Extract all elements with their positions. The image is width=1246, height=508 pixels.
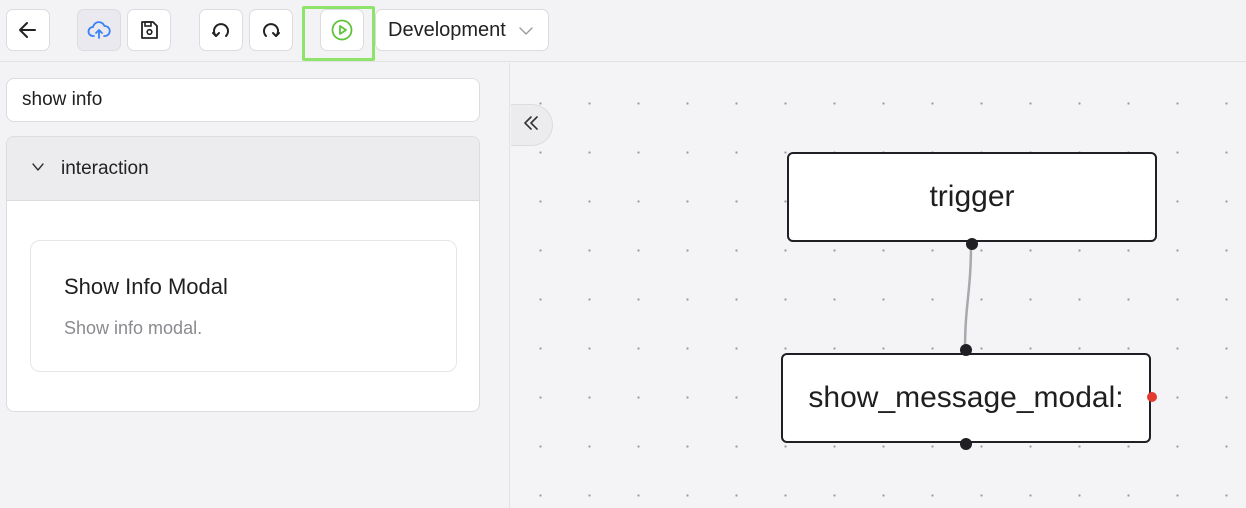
card-title: Show Info Modal [64,274,228,299]
flow-canvas[interactable]: trigger show_message_modal: [511,63,1246,508]
node-output-handle[interactable] [960,438,972,450]
environment-select[interactable]: Development [375,9,549,51]
back-button[interactable] [6,9,50,51]
deploy-button[interactable] [77,9,121,51]
node-trigger[interactable]: trigger [787,152,1157,242]
undo-button[interactable] [199,9,243,51]
node-input-handle[interactable] [960,344,972,356]
group-header[interactable]: interaction [7,137,479,201]
toolbar: Development [0,0,1246,62]
arrow-left-icon [17,19,39,41]
chevron-down-icon [31,158,45,180]
node-error-handle[interactable] [1147,392,1157,402]
cloud-upload-icon [87,19,111,41]
node-card-show-info-modal[interactable]: Show Info Modal Show info modal. [30,240,457,372]
group-label: interaction [61,157,149,179]
node-label: show_message_modal: [808,381,1124,414]
node-label: trigger [929,180,1015,213]
run-button[interactable] [320,9,364,51]
chevron-down-icon [518,22,534,45]
save-button[interactable] [127,9,171,51]
node-output-handle[interactable] [966,238,978,250]
environment-label: Development [388,18,506,41]
search-input[interactable] [6,78,480,122]
floppy-disk-icon [138,19,160,41]
undo-icon [210,19,232,41]
redo-icon [260,19,282,41]
card-description: Show info modal. [64,318,203,338]
play-circle-icon [330,18,354,42]
node-show-message-modal[interactable]: show_message_modal: [781,353,1151,443]
node-group-interaction: interaction Show Info Modal Show info mo… [6,136,480,412]
redo-button[interactable] [249,9,293,51]
sidebar: interaction Show Info Modal Show info mo… [0,63,510,508]
